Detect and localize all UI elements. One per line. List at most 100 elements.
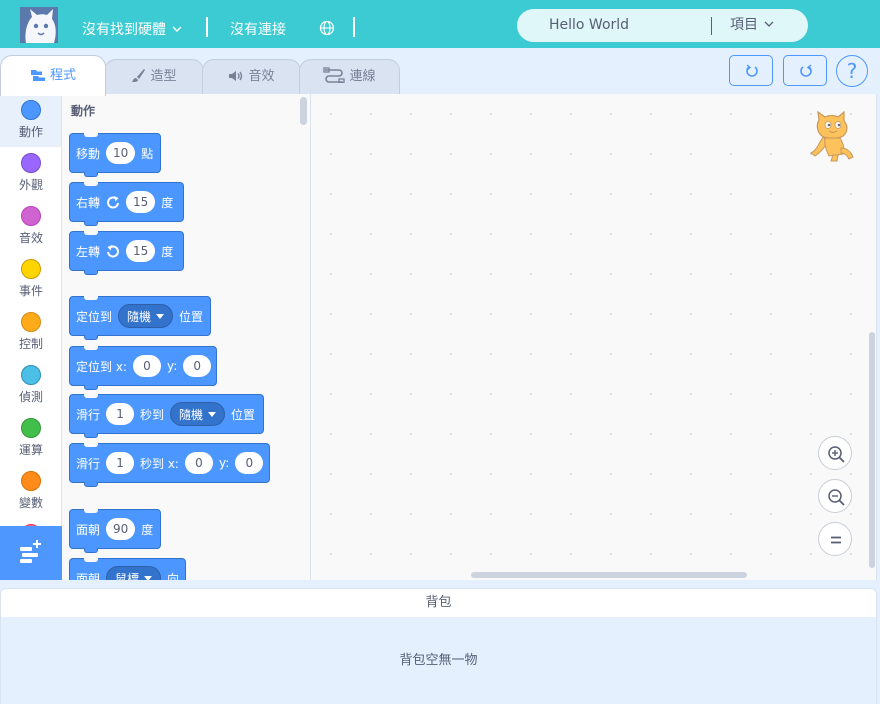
block-text: 面朝 bbox=[76, 571, 101, 581]
block-tab bbox=[84, 385, 98, 390]
rotate-right-icon bbox=[107, 196, 120, 209]
zoom-out-button[interactable] bbox=[818, 479, 852, 513]
code-icon bbox=[30, 70, 45, 81]
category-sound[interactable]: 音效 bbox=[0, 200, 61, 253]
workspace-horizontal-scrollbar[interactable] bbox=[471, 572, 747, 578]
zoom-reset-icon bbox=[831, 536, 841, 544]
category-color-dot bbox=[21, 418, 41, 438]
add-extension-button[interactable] bbox=[0, 526, 62, 580]
palette-section-title: 動作 bbox=[71, 104, 96, 118]
block-text: 移動 bbox=[76, 146, 101, 161]
block-glide-to-xy[interactable]: 滑行 1 秒到 x: 0 y: 0 bbox=[69, 443, 270, 487]
tab-connection-label: 連線 bbox=[349, 69, 376, 84]
block-turn-right[interactable]: 右轉 15 度 bbox=[69, 182, 184, 226]
category-operators[interactable]: 運算 bbox=[0, 412, 61, 465]
category-looks[interactable]: 外觀 bbox=[0, 147, 61, 200]
category-label: 音效 bbox=[18, 231, 43, 245]
dropdown-value: 隨機 bbox=[179, 408, 204, 422]
project-menu[interactable]: 項目 bbox=[730, 9, 774, 42]
add-extension-icon bbox=[20, 540, 41, 563]
category-label: 控制 bbox=[18, 337, 43, 351]
category-color-dot bbox=[21, 471, 41, 491]
zoom-reset-button[interactable] bbox=[818, 522, 852, 556]
block-tab bbox=[84, 221, 98, 226]
block-tab bbox=[84, 433, 98, 438]
block-text: 向 bbox=[167, 571, 180, 581]
block-text: 右轉 bbox=[76, 195, 101, 210]
chevron-down-icon bbox=[764, 21, 774, 27]
connection-status[interactable]: 沒有連接 bbox=[230, 0, 286, 48]
project-title-input[interactable]: Hello World bbox=[549, 9, 629, 42]
category-sensing[interactable]: 偵測 bbox=[0, 359, 61, 412]
category-color-dot bbox=[21, 259, 41, 279]
category-motion[interactable]: 動作 bbox=[0, 94, 61, 147]
undo-button[interactable] bbox=[729, 55, 773, 86]
category-variables[interactable]: 變數 bbox=[0, 465, 61, 518]
menu-bar: 沒有找到硬體 沒有連接 Hello World 項目 bbox=[0, 0, 880, 48]
backpack-empty-message: 背包空無一物 bbox=[0, 617, 877, 704]
tab-code[interactable]: 程式 bbox=[0, 55, 106, 96]
x-input[interactable]: 0 bbox=[184, 452, 213, 474]
target-dropdown[interactable]: 鼠標 bbox=[106, 566, 162, 580]
category-color-dot bbox=[21, 312, 41, 332]
block-tab bbox=[84, 548, 98, 553]
category-label: 變數 bbox=[18, 496, 43, 510]
category-color-dot bbox=[21, 365, 41, 385]
palette-scrollbar[interactable] bbox=[300, 97, 307, 125]
sprite-cat-icon bbox=[810, 110, 854, 162]
block-tab bbox=[84, 172, 98, 177]
degrees-input[interactable]: 15 bbox=[126, 240, 156, 262]
tab-costumes-label: 造型 bbox=[150, 69, 177, 84]
block-point-towards[interactable]: 面朝 鼠標 向 bbox=[69, 558, 186, 580]
target-dropdown[interactable]: 隨機 bbox=[170, 402, 226, 426]
tab-connection[interactable]: 連線 bbox=[299, 59, 400, 95]
brush-icon bbox=[132, 69, 146, 82]
block-text: 滑行 bbox=[76, 407, 101, 422]
block-move-steps[interactable]: 移動 10 點 bbox=[69, 133, 161, 177]
block-go-to-xy[interactable]: 定位到 x: 0 y: 0 bbox=[69, 346, 217, 390]
y-input[interactable]: 0 bbox=[235, 452, 264, 474]
seconds-input[interactable]: 1 bbox=[106, 403, 135, 425]
script-workspace[interactable] bbox=[311, 94, 877, 580]
tab-sounds[interactable]: 音效 bbox=[202, 59, 301, 95]
block-point-direction[interactable]: 面朝 90 度 bbox=[69, 509, 161, 553]
redo-icon bbox=[800, 64, 812, 77]
globe-icon[interactable] bbox=[319, 20, 335, 36]
block-text: 滑行 bbox=[76, 456, 101, 471]
target-dropdown[interactable]: 隨機 bbox=[118, 304, 174, 328]
block-glide-to[interactable]: 滑行 1 秒到 隨機 位置 bbox=[69, 394, 264, 438]
block-turn-left[interactable]: 左轉 15 度 bbox=[69, 231, 184, 275]
block-text: 面朝 bbox=[76, 522, 101, 537]
category-label: 偵測 bbox=[18, 390, 43, 404]
scratch-cat-logo[interactable] bbox=[20, 7, 58, 43]
steps-input[interactable]: 10 bbox=[106, 142, 136, 164]
y-input[interactable]: 0 bbox=[183, 355, 212, 377]
backpack-header[interactable]: 背包 bbox=[0, 588, 877, 618]
dropdown-value: 隨機 bbox=[127, 310, 152, 324]
workspace-vertical-scrollbar[interactable] bbox=[869, 332, 875, 568]
block-text: y: bbox=[218, 456, 230, 470]
category-control[interactable]: 控制 bbox=[0, 306, 61, 359]
undo-icon bbox=[746, 64, 758, 77]
seconds-input[interactable]: 1 bbox=[106, 452, 135, 474]
category-label: 運算 bbox=[18, 443, 43, 457]
speaker-icon bbox=[229, 71, 243, 81]
dropdown-value: 鼠標 bbox=[115, 572, 140, 580]
dropdown-arrow-icon bbox=[156, 314, 165, 319]
category-label: 事件 bbox=[18, 284, 43, 298]
dropdown-arrow-icon bbox=[208, 412, 217, 417]
hardware-menu[interactable]: 沒有找到硬體 bbox=[82, 0, 182, 48]
category-events[interactable]: 事件 bbox=[0, 253, 61, 306]
block-go-to[interactable]: 定位到 隨機 位置 bbox=[69, 296, 211, 340]
redo-button[interactable] bbox=[783, 55, 827, 86]
zoom-in-button[interactable] bbox=[818, 436, 852, 470]
direction-input[interactable]: 90 bbox=[106, 518, 136, 540]
divider bbox=[711, 17, 712, 35]
degrees-input[interactable]: 15 bbox=[126, 191, 156, 213]
tab-sounds-label: 音效 bbox=[248, 69, 275, 84]
category-menu: 動作 外觀 音效 事件 控制 偵測 運算 變數 bbox=[0, 94, 62, 580]
rotate-left-icon bbox=[107, 245, 119, 258]
tab-costumes[interactable]: 造型 bbox=[104, 59, 204, 95]
x-input[interactable]: 0 bbox=[132, 355, 161, 377]
help-button[interactable]: ? bbox=[836, 55, 868, 87]
